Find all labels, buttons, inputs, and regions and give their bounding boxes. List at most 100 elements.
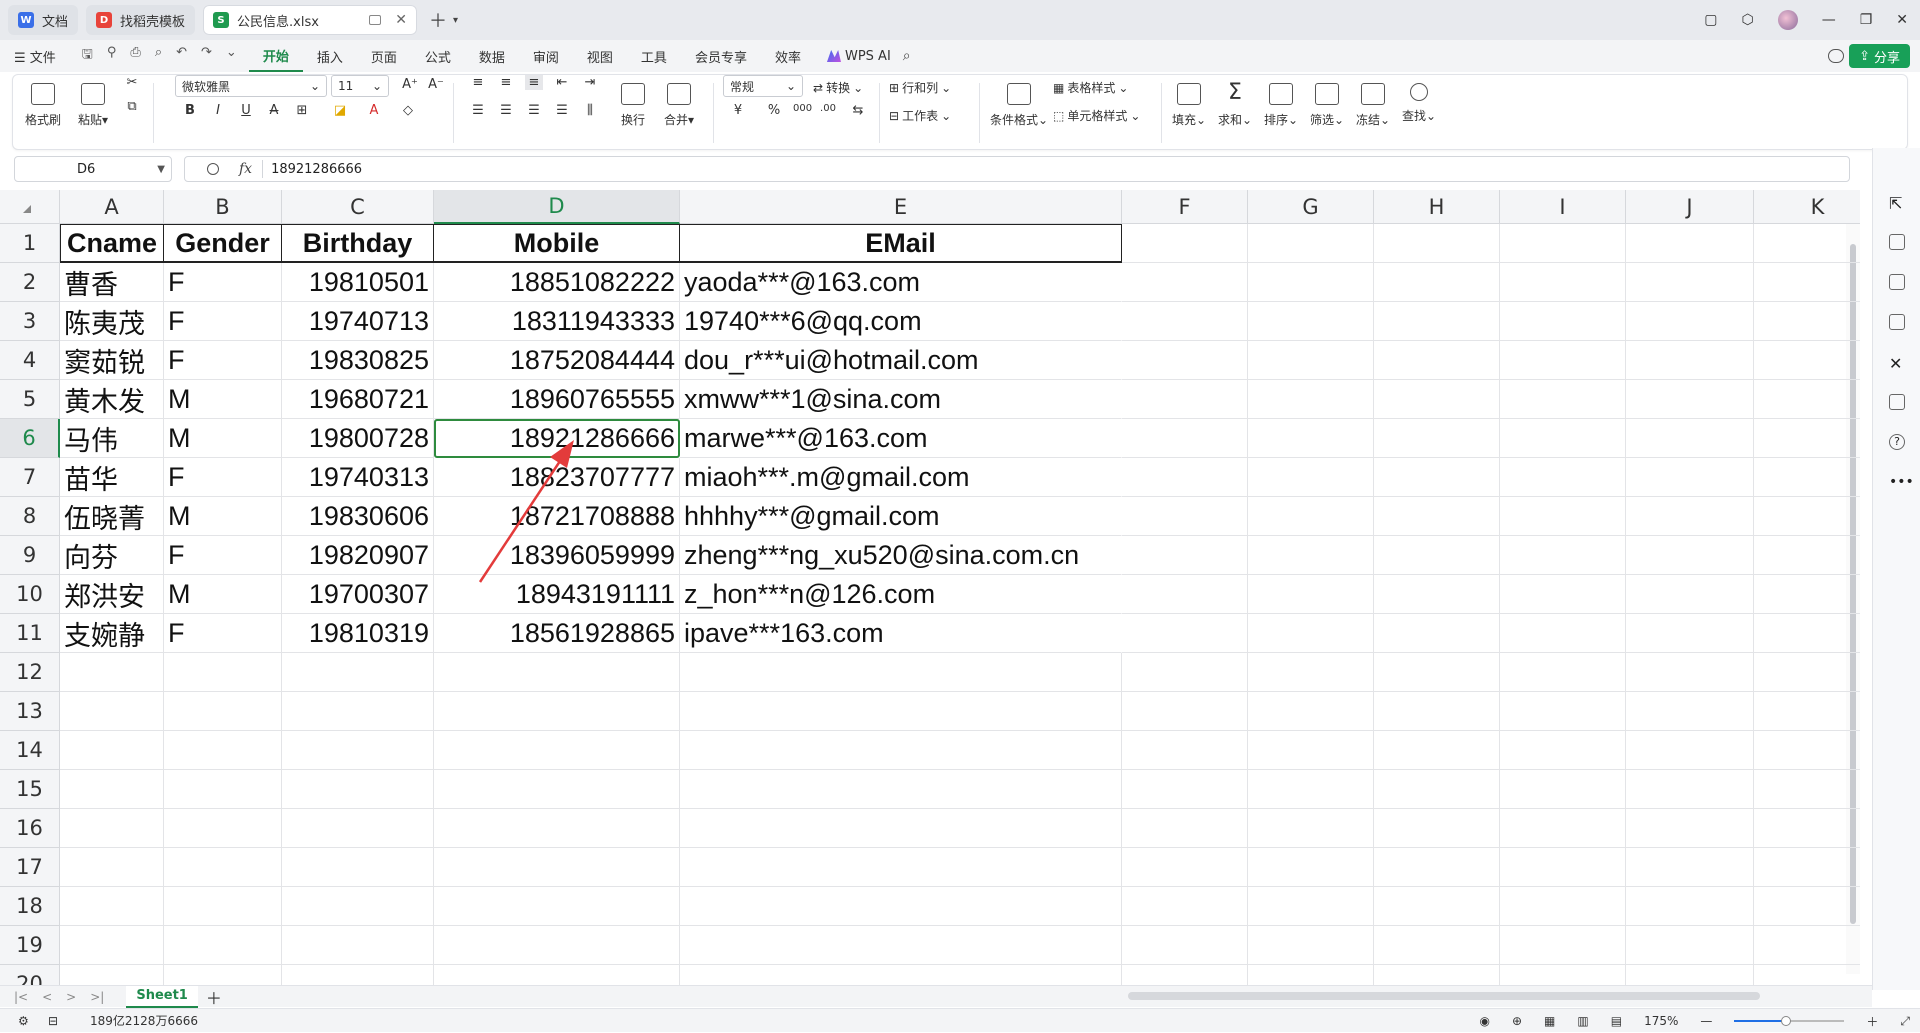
underline-icon[interactable]: U: [237, 103, 255, 118]
row-header-16[interactable]: 16: [0, 809, 60, 848]
empty-cell[interactable]: [1626, 692, 1754, 731]
row-header-19[interactable]: 19: [0, 926, 60, 965]
empty-cell[interactable]: [1626, 575, 1754, 614]
empty-cell[interactable]: [1374, 809, 1500, 848]
empty-cell[interactable]: [60, 731, 164, 770]
bold-icon[interactable]: B: [181, 103, 199, 118]
table-cell[interactable]: 19740***6@qq.com: [680, 302, 1122, 341]
cursor-select-icon[interactable]: ⇱: [1889, 194, 1905, 213]
fill-button[interactable]: 填充⌄: [1169, 81, 1209, 128]
next-sheet-icon[interactable]: >: [66, 990, 76, 1004]
minimize-icon[interactable]: —: [1822, 12, 1836, 28]
empty-cell[interactable]: [60, 692, 164, 731]
table-style-button[interactable]: ▦ 表格样式 ⌄: [1053, 79, 1128, 96]
menu-home[interactable]: 开始: [248, 40, 303, 72]
row-header-6[interactable]: 6: [0, 419, 60, 458]
empty-cell[interactable]: [1248, 302, 1374, 341]
column-header-a[interactable]: A: [60, 190, 164, 224]
row-header-2[interactable]: 2: [0, 263, 60, 302]
table-cell[interactable]: 18311943333: [434, 302, 680, 341]
table-header-cell[interactable]: Birthday: [282, 224, 434, 263]
menu-vip[interactable]: 会员专享: [681, 40, 761, 72]
empty-cell[interactable]: [60, 887, 164, 926]
table-cell[interactable]: hhhhy***@gmail.com: [680, 497, 1122, 536]
empty-cell[interactable]: [1500, 419, 1626, 458]
table-cell[interactable]: 19810319: [282, 614, 434, 653]
close-icon[interactable]: ✕: [395, 12, 407, 28]
empty-cell[interactable]: [1500, 302, 1626, 341]
empty-cell[interactable]: [1754, 419, 1860, 458]
tab-documents[interactable]: W 文档: [8, 5, 79, 35]
table-cell[interactable]: 18851082222: [434, 263, 680, 302]
convert-button[interactable]: ⇄ 转换 ⌄: [813, 79, 863, 96]
empty-cell[interactable]: [1374, 302, 1500, 341]
empty-cell[interactable]: [1754, 653, 1860, 692]
menu-page[interactable]: 页面: [357, 40, 411, 72]
table-cell[interactable]: M: [164, 419, 282, 458]
distribute-icon[interactable]: ⫼: [581, 103, 599, 118]
empty-cell[interactable]: [1374, 224, 1500, 263]
first-sheet-icon[interactable]: |<: [14, 990, 28, 1004]
add-sheet-icon[interactable]: ＋: [206, 985, 222, 1009]
empty-cell[interactable]: [1248, 731, 1374, 770]
fill-color-icon[interactable]: ◪: [331, 103, 349, 118]
table-cell[interactable]: F: [164, 263, 282, 302]
empty-cell[interactable]: [680, 653, 1122, 692]
empty-cell[interactable]: [680, 731, 1122, 770]
empty-cell[interactable]: [1374, 458, 1500, 497]
table-tool-icon[interactable]: [1889, 314, 1905, 330]
redo-icon[interactable]: ↷: [201, 45, 212, 67]
empty-cell[interactable]: [1248, 263, 1374, 302]
align-left-icon[interactable]: ☰: [469, 103, 487, 118]
row-header-8[interactable]: 8: [0, 497, 60, 536]
maximize-icon[interactable]: ❐: [1860, 12, 1873, 28]
table-cell[interactable]: F: [164, 341, 282, 380]
empty-cell[interactable]: [164, 731, 282, 770]
empty-cell[interactable]: [1754, 692, 1860, 731]
restore-layout-icon[interactable]: ▢: [1704, 12, 1717, 28]
comment-icon[interactable]: [1889, 274, 1905, 290]
table-cell[interactable]: 窦茹锐: [60, 341, 164, 380]
empty-cell[interactable]: [1374, 263, 1500, 302]
empty-cell[interactable]: [1374, 536, 1500, 575]
table-cell[interactable]: F: [164, 536, 282, 575]
empty-cell[interactable]: [1122, 302, 1248, 341]
find-button[interactable]: 查找⌄: [1399, 81, 1439, 124]
table-header-cell[interactable]: EMail: [680, 224, 1122, 263]
strikethrough-icon[interactable]: A: [265, 103, 283, 118]
empty-cell[interactable]: [1500, 497, 1626, 536]
empty-cell[interactable]: [680, 848, 1122, 887]
menu-view[interactable]: 视图: [573, 40, 627, 72]
empty-cell[interactable]: [1248, 926, 1374, 965]
empty-cell[interactable]: [1374, 887, 1500, 926]
empty-cell[interactable]: [1122, 341, 1248, 380]
empty-cell[interactable]: [1374, 614, 1500, 653]
align-right-icon[interactable]: ☰: [525, 103, 543, 118]
empty-cell[interactable]: [1500, 692, 1626, 731]
empty-cell[interactable]: [1122, 809, 1248, 848]
empty-cell[interactable]: [282, 731, 434, 770]
empty-cell[interactable]: [434, 731, 680, 770]
empty-cell[interactable]: [1374, 770, 1500, 809]
menu-tools[interactable]: 工具: [627, 40, 681, 72]
table-cell[interactable]: 支婉静: [60, 614, 164, 653]
empty-cell[interactable]: [282, 965, 434, 985]
table-cell[interactable]: M: [164, 497, 282, 536]
preview-icon[interactable]: ⌕: [155, 45, 162, 67]
menu-insert[interactable]: 插入: [303, 40, 357, 72]
table-cell[interactable]: z_hon***n@126.com: [680, 575, 1122, 614]
align-top-icon[interactable]: ≡: [469, 75, 487, 90]
empty-cell[interactable]: [1248, 770, 1374, 809]
empty-cell[interactable]: [1248, 380, 1374, 419]
empty-cell[interactable]: [1248, 965, 1374, 985]
zoom-in-icon[interactable]: ＋: [1866, 1013, 1878, 1030]
empty-cell[interactable]: [1626, 341, 1754, 380]
new-tab-button[interactable]: ＋ ▾: [429, 7, 458, 33]
empty-cell[interactable]: [1374, 575, 1500, 614]
row-header-20[interactable]: 20: [0, 965, 60, 985]
save-icon[interactable]: 🖫: [82, 45, 93, 67]
empty-cell[interactable]: [282, 653, 434, 692]
align-center-icon[interactable]: ☰: [497, 103, 515, 118]
table-cell[interactable]: 郑洪安: [60, 575, 164, 614]
empty-cell[interactable]: [1626, 614, 1754, 653]
